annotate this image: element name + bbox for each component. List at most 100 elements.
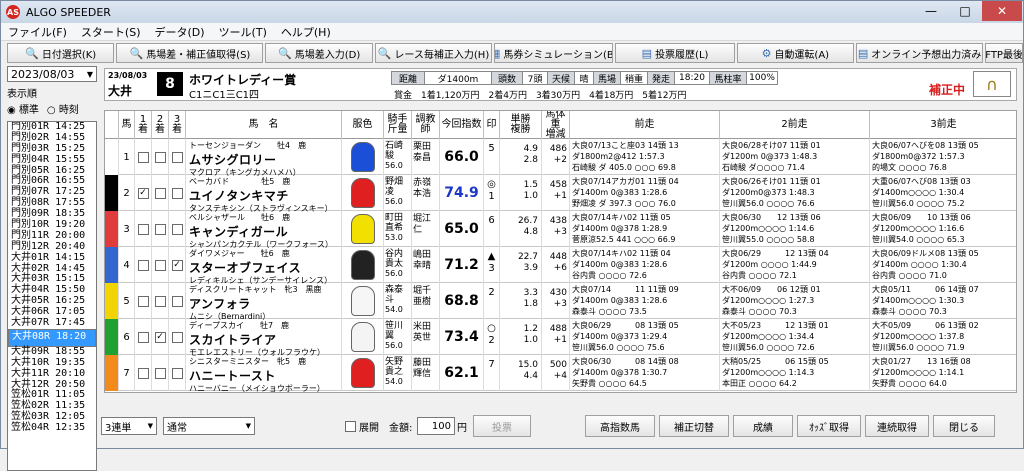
past-race-p3[interactable]: 大不05/09 06 13頭 02 ダ1200m○○○○ 1:37.8 笹川翼56.…	[870, 319, 1016, 355]
finish-checkbox[interactable]	[171, 331, 183, 343]
mode-select[interactable]: 通常 ▼	[163, 417, 255, 435]
past-race-p2[interactable]: 大稍05/25 06 15頭 05 ダ1200m○○○○ 1:14.3 本田正 ○○…	[720, 355, 870, 391]
horseshoe-icon[interactable]: ∩	[973, 71, 1011, 97]
toolbar-button-6[interactable]: ⚙ 自動運転(A)	[736, 43, 854, 63]
radio-time[interactable]: ○ 時刻	[47, 101, 79, 116]
horse-name[interactable]: キャンディガール	[189, 223, 338, 240]
col-jockey[interactable]: 騎手 斤量	[384, 111, 412, 139]
radio-standard[interactable]: ◉ 標準	[7, 101, 39, 116]
finish-checkbox[interactable]	[154, 259, 166, 271]
minimize-button[interactable]: —	[914, 1, 948, 21]
past-race-p1[interactable]: 大良07/13こと座03 14頭 13 ダ1800m2@412 1:57.3 石崎駿…	[570, 139, 720, 175]
horse-name[interactable]: スカイトライア	[189, 331, 338, 348]
table-row[interactable]: 1 トーセンジョーダン 牡4 鹿ムサシグロリー マクロア（キングカメハメハ） 石崎 駿…	[105, 139, 1016, 177]
amount-input[interactable]: 100	[417, 417, 455, 435]
toolbar-button-5[interactable]: ▤ 投票履歴(L)	[615, 43, 735, 63]
past-race-p1[interactable]: 大良06/29 08 13頭 05 ダ1400m 0@373 1:29.4 笹川翼5…	[570, 319, 720, 355]
col-trainer[interactable]: 調教 師	[412, 111, 440, 139]
race-list-item[interactable]: 門別04R 15:55	[8, 154, 96, 166]
continuous-fetch-button[interactable]: 連続取得	[865, 415, 929, 437]
col-silk[interactable]: 服色	[342, 111, 384, 139]
finish-checkbox[interactable]	[137, 223, 149, 235]
horse-name[interactable]: ユイノタンキマチ	[189, 187, 338, 204]
col-mark[interactable]: 印	[484, 111, 500, 139]
finish-checkbox[interactable]	[171, 187, 183, 199]
race-list-item[interactable]: 笠松04R 12:35	[8, 422, 96, 434]
toolbar-button-2[interactable]: 🔍 馬場差入力(D)	[265, 43, 373, 63]
table-row[interactable]: 2 ✓ ベーカバド 牡5 鹿ユイノタンキマチ タンステキシン（ストラヴィンスキー） 野畑…	[105, 175, 1016, 213]
toolbar-button-3[interactable]: 🔍 レース毎補正入力(H)	[374, 43, 493, 63]
col-p2[interactable]: 2前走	[720, 111, 870, 139]
col-p1[interactable]: 前走	[570, 111, 720, 139]
finish-checkbox[interactable]	[137, 367, 149, 379]
race-list-item[interactable]: 大井01R 14:15	[8, 252, 96, 264]
past-race-p1[interactable]: 大良06/30 08 14頭 08 ダ1400m 0@378 1:30.7 矢野貴 …	[570, 355, 720, 391]
finish-checkbox[interactable]	[171, 151, 183, 163]
race-list-item[interactable]: 大井08R 18:20	[8, 328, 96, 347]
mark-cell[interactable]: ◎ 1	[484, 175, 500, 211]
col-p3[interactable]: 3前走	[870, 111, 1016, 139]
horse-name[interactable]: ハニートースト	[189, 367, 338, 384]
col-waku[interactable]	[105, 111, 119, 139]
past-race-p2[interactable]: 大不05/23 12 13頭 01 ダ1200m○○○○ 1:34.4 笹川翼56.…	[720, 319, 870, 355]
horse-name[interactable]: アンフォラ	[189, 295, 338, 312]
finish-checkbox[interactable]	[137, 331, 149, 343]
race-list-item[interactable]: 大井11R 20:10	[8, 368, 96, 380]
mark-cell[interactable]: 5	[484, 139, 500, 175]
maximize-button[interactable]: □	[948, 1, 982, 21]
past-race-p1[interactable]: 大良07/14 11 11頭 09 ダ1400m 0@383 1:28.6 森泰斗 …	[570, 283, 720, 319]
finish-checkbox[interactable]	[154, 223, 166, 235]
table-row[interactable]: 3 ベルシャザール 牡6 鹿キャンディガール シャンパンカクテル（ワークフォース） 町…	[105, 211, 1016, 249]
toolbar-button-8[interactable]: FTP最後	[985, 43, 1023, 63]
past-race-p1[interactable]: 大良07/14キハ02 11頭 05 ダ1400m 0@378 1:28.9 菅原涼…	[570, 211, 720, 247]
menu-1[interactable]: スタート(S)	[74, 24, 148, 40]
col-c1[interactable]: 1着	[135, 111, 152, 139]
race-list[interactable]: 門別01R 14:25 門別02R 14:55 門別03R 15:25 門別04R 1…	[7, 121, 97, 471]
finish-checkbox[interactable]	[171, 295, 183, 307]
finish-checkbox[interactable]	[137, 151, 149, 163]
finish-checkbox[interactable]: ✓	[171, 259, 183, 271]
finish-checkbox[interactable]	[154, 187, 166, 199]
finish-checkbox[interactable]: ✓	[137, 187, 149, 199]
correction-switch-button[interactable]: 補正切替	[659, 415, 729, 437]
bet-type-select[interactable]: 3連単 ▼	[101, 417, 157, 435]
past-race-p3[interactable]: 大良06/09 10 13頭 06 ダ1200m○○○○ 1:16.6 笹川翼54.…	[870, 211, 1016, 247]
results-button[interactable]: 成績	[733, 415, 793, 437]
mark-cell[interactable]: 7	[484, 355, 500, 391]
past-race-p2[interactable]: 大良06/28そけ07 11頭 01 ダ1200m 0@373 1:48.3 石崎駿…	[720, 139, 870, 175]
menu-0[interactable]: ファイル(F)	[1, 24, 74, 40]
past-race-p3[interactable]: 大良06/09ドルメ08 13頭 05 ダ1400m ○○○○ 1:30.4 谷内貴…	[870, 247, 1016, 283]
toolbar-button-4[interactable]: ▦馬券シミュレーション(B)	[494, 43, 614, 63]
col-index[interactable]: 今回指数	[440, 111, 484, 139]
col-weight[interactable]: 馬体重 増減	[542, 111, 570, 140]
past-race-p3[interactable]: 大良01/27 13 16頭 08 ダ1200m○○○○ 1:14.1 矢野貴 ○○…	[870, 355, 1016, 391]
close-window-button[interactable]: ✕	[982, 1, 1022, 21]
finish-checkbox[interactable]: ✓	[154, 331, 166, 343]
table-row[interactable]: 5 ディスクリートキャット 牝3 黒鹿 アンフォラ ムニシ（Bernardini） 森泰…	[105, 283, 1016, 321]
toolbar-button-7[interactable]: ▤ オンライン予想出力済み	[855, 43, 984, 63]
menu-4[interactable]: ヘルプ(H)	[274, 24, 338, 40]
odds-fetch-button[interactable]: ｵｯｽﾞ取得	[797, 415, 861, 437]
mark-cell[interactable]: ▲ 3	[484, 247, 500, 283]
finish-checkbox[interactable]	[171, 223, 183, 235]
past-race-p3[interactable]: 大良06/07へびを08 13頭 05 ダ1800m0@372 1:57.3 的場文…	[870, 139, 1016, 175]
past-race-p1[interactable]: 大良07/14キハ02 11頭 04 ダ1400m 0@383 1:28.6 谷内貴…	[570, 247, 720, 283]
toolbar-button-0[interactable]: 🔍 日付選択(K)	[7, 43, 115, 63]
col-c3[interactable]: 3着	[169, 111, 186, 139]
vote-button[interactable]: 投票	[473, 415, 531, 437]
mark-cell[interactable]: 6	[484, 211, 500, 247]
high-index-button[interactable]: 高指数馬	[585, 415, 655, 437]
horse-name[interactable]: ムサシグロリー	[189, 151, 338, 168]
mark-cell[interactable]: ○ 2	[484, 319, 500, 355]
past-race-p2[interactable]: 大良06/29 12 13頭 04 ダ1200m ○○○○ 1:44.9 谷内貴 ○…	[720, 247, 870, 283]
finish-checkbox[interactable]	[154, 367, 166, 379]
race-list-item[interactable]: 大井07R 17:45	[8, 317, 96, 329]
menu-2[interactable]: データ(D)	[148, 24, 212, 40]
past-race-p2[interactable]: 大良06/26そけ01 11頭 01 ダ1200m0@373 1:48.3 笹川翼5…	[720, 175, 870, 211]
finish-checkbox[interactable]	[154, 295, 166, 307]
col-num[interactable]: 馬	[119, 111, 135, 139]
mark-cell[interactable]: 2	[484, 283, 500, 319]
past-race-p2[interactable]: 大良06/30 12 13頭 06 ダ1200m○○○○ 1:14.6 笹川翼55.…	[720, 211, 870, 247]
finish-checkbox[interactable]	[171, 367, 183, 379]
past-race-p3[interactable]: 大良05/11 06 14頭 07 ダ1400m○○○○ 1:30.3 森泰斗 ○○…	[870, 283, 1016, 319]
